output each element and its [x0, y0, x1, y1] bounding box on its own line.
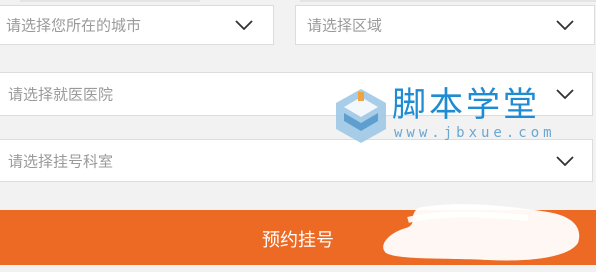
chevron-down-icon — [556, 20, 574, 30]
department-select-placeholder: 请选择挂号科室 — [8, 152, 114, 170]
district-select-placeholder: 请选择区域 — [307, 16, 383, 35]
hospital-select[interactable]: 请选择就医医院 — [0, 72, 593, 116]
hospital-select-placeholder: 请选择就医医院 — [8, 85, 114, 104]
top-border-fragment — [300, 0, 596, 2]
top-border-fragment — [20, 0, 200, 2]
chevron-down-icon — [556, 155, 574, 166]
city-select-placeholder: 请选择您所在的城市 — [6, 16, 142, 35]
department-select[interactable]: 请选择挂号科室 — [0, 139, 593, 182]
chevron-down-icon — [235, 20, 253, 30]
book-appointment-button[interactable]: 预约挂号 — [0, 210, 596, 265]
city-select[interactable]: 请选择您所在的城市 — [0, 5, 274, 45]
district-select[interactable]: 请选择区域 — [295, 5, 595, 45]
chevron-down-icon — [556, 89, 574, 99]
